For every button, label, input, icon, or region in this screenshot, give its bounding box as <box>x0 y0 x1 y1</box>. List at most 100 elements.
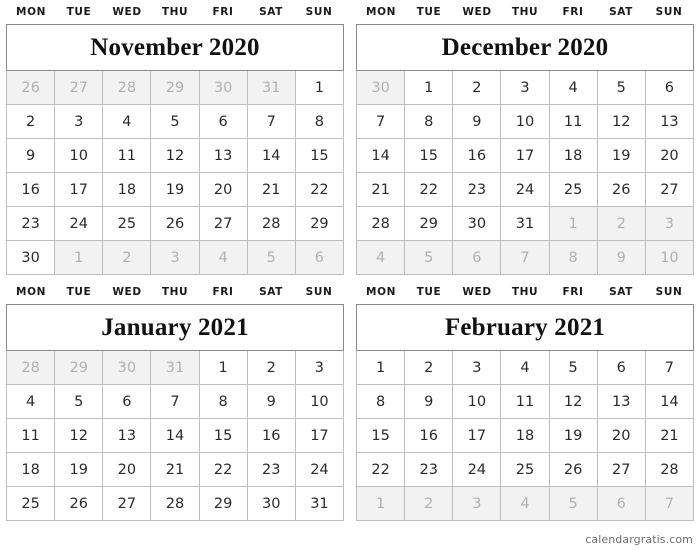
day-cell[interactable]: 8 <box>355 384 406 419</box>
day-cell-adjacent-month[interactable]: 28 <box>102 70 152 105</box>
day-cell[interactable]: 10 <box>294 384 345 419</box>
day-cell[interactable]: 22 <box>404 172 454 207</box>
day-cell[interactable]: 26 <box>150 206 200 241</box>
day-cell[interactable]: 23 <box>5 206 56 241</box>
day-cell[interactable]: 17 <box>294 418 345 453</box>
day-cell[interactable]: 14 <box>150 418 200 453</box>
day-cell[interactable]: 15 <box>355 418 406 453</box>
day-cell[interactable]: 12 <box>150 138 200 173</box>
day-cell[interactable]: 28 <box>644 452 695 487</box>
day-cell-adjacent-month[interactable]: 5 <box>246 240 296 275</box>
day-cell[interactable]: 1 <box>404 70 454 105</box>
day-cell-adjacent-month[interactable]: 7 <box>500 240 550 275</box>
day-cell-adjacent-month[interactable]: 2 <box>596 206 646 241</box>
day-cell-adjacent-month[interactable]: 26 <box>5 70 56 105</box>
day-cell[interactable]: 6 <box>596 350 646 385</box>
day-cell[interactable]: 21 <box>644 418 695 453</box>
day-cell[interactable]: 15 <box>404 138 454 173</box>
day-cell-adjacent-month[interactable]: 6 <box>452 240 502 275</box>
day-cell-adjacent-month[interactable]: 2 <box>404 486 454 521</box>
day-cell[interactable]: 9 <box>452 104 502 139</box>
day-cell[interactable]: 21 <box>355 172 406 207</box>
day-cell[interactable]: 22 <box>355 452 406 487</box>
day-cell[interactable]: 7 <box>644 350 695 385</box>
day-cell[interactable]: 18 <box>500 418 550 453</box>
day-cell[interactable]: 24 <box>452 452 502 487</box>
day-cell[interactable]: 2 <box>5 104 56 139</box>
day-cell[interactable]: 10 <box>500 104 550 139</box>
day-cell[interactable]: 6 <box>198 104 248 139</box>
day-cell[interactable]: 16 <box>246 418 296 453</box>
day-cell[interactable]: 12 <box>596 104 646 139</box>
day-cell[interactable]: 27 <box>644 172 695 207</box>
day-cell[interactable]: 17 <box>500 138 550 173</box>
day-cell[interactable]: 20 <box>596 418 646 453</box>
day-cell[interactable]: 27 <box>102 486 152 521</box>
day-cell-adjacent-month[interactable]: 31 <box>246 70 296 105</box>
day-cell[interactable]: 3 <box>452 350 502 385</box>
day-cell[interactable]: 31 <box>500 206 550 241</box>
day-cell[interactable]: 8 <box>294 104 345 139</box>
day-cell[interactable]: 7 <box>246 104 296 139</box>
day-cell[interactable]: 1 <box>198 350 248 385</box>
day-cell[interactable]: 24 <box>54 206 104 241</box>
day-cell[interactable]: 31 <box>294 486 345 521</box>
day-cell-adjacent-month[interactable]: 5 <box>548 486 598 521</box>
day-cell-adjacent-month[interactable]: 5 <box>404 240 454 275</box>
day-cell-adjacent-month[interactable]: 30 <box>102 350 152 385</box>
day-cell[interactable]: 6 <box>102 384 152 419</box>
day-cell-adjacent-month[interactable]: 3 <box>452 486 502 521</box>
day-cell[interactable]: 19 <box>54 452 104 487</box>
day-cell-adjacent-month[interactable]: 9 <box>596 240 646 275</box>
day-cell[interactable]: 26 <box>548 452 598 487</box>
day-cell[interactable]: 14 <box>246 138 296 173</box>
day-cell[interactable]: 19 <box>150 172 200 207</box>
day-cell[interactable]: 13 <box>644 104 695 139</box>
day-cell[interactable]: 12 <box>548 384 598 419</box>
day-cell[interactable]: 26 <box>54 486 104 521</box>
day-cell-adjacent-month[interactable]: 30 <box>355 70 406 105</box>
day-cell[interactable]: 3 <box>54 104 104 139</box>
day-cell[interactable]: 6 <box>644 70 695 105</box>
day-cell[interactable]: 4 <box>500 350 550 385</box>
day-cell[interactable]: 12 <box>54 418 104 453</box>
day-cell[interactable]: 9 <box>404 384 454 419</box>
day-cell[interactable]: 25 <box>5 486 56 521</box>
day-cell[interactable]: 16 <box>5 172 56 207</box>
day-cell[interactable]: 23 <box>452 172 502 207</box>
day-cell[interactable]: 14 <box>644 384 695 419</box>
day-cell-adjacent-month[interactable]: 29 <box>150 70 200 105</box>
day-cell[interactable]: 20 <box>644 138 695 173</box>
day-cell[interactable]: 21 <box>150 452 200 487</box>
day-cell-adjacent-month[interactable]: 1 <box>54 240 104 275</box>
day-cell-adjacent-month[interactable]: 4 <box>500 486 550 521</box>
day-cell[interactable]: 18 <box>102 172 152 207</box>
day-cell[interactable]: 27 <box>596 452 646 487</box>
day-cell[interactable]: 24 <box>500 172 550 207</box>
day-cell[interactable]: 1 <box>294 70 345 105</box>
day-cell[interactable]: 14 <box>355 138 406 173</box>
day-cell[interactable]: 13 <box>102 418 152 453</box>
day-cell[interactable]: 30 <box>246 486 296 521</box>
day-cell[interactable]: 11 <box>500 384 550 419</box>
day-cell-adjacent-month[interactable]: 1 <box>355 486 406 521</box>
day-cell[interactable]: 25 <box>500 452 550 487</box>
day-cell[interactable]: 7 <box>355 104 406 139</box>
day-cell[interactable]: 16 <box>404 418 454 453</box>
day-cell[interactable]: 5 <box>54 384 104 419</box>
day-cell[interactable]: 9 <box>5 138 56 173</box>
day-cell[interactable]: 8 <box>198 384 248 419</box>
day-cell[interactable]: 18 <box>548 138 598 173</box>
day-cell[interactable]: 2 <box>246 350 296 385</box>
day-cell[interactable]: 28 <box>355 206 406 241</box>
day-cell[interactable]: 13 <box>198 138 248 173</box>
day-cell-adjacent-month[interactable]: 7 <box>644 486 695 521</box>
day-cell[interactable]: 29 <box>198 486 248 521</box>
day-cell[interactable]: 11 <box>5 418 56 453</box>
day-cell[interactable]: 13 <box>596 384 646 419</box>
day-cell[interactable]: 30 <box>452 206 502 241</box>
day-cell[interactable]: 30 <box>5 240 56 275</box>
day-cell[interactable]: 21 <box>246 172 296 207</box>
day-cell[interactable]: 19 <box>548 418 598 453</box>
day-cell[interactable]: 3 <box>294 350 345 385</box>
